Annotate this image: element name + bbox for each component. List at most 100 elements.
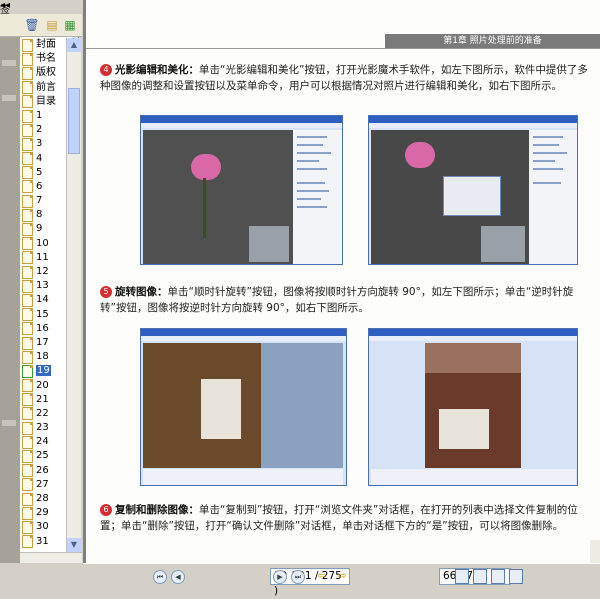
page-icon (22, 520, 33, 534)
page-icon (22, 308, 33, 322)
bookmark-label: 20 (36, 379, 49, 391)
bookmark-label: 11 (36, 251, 49, 263)
section-number-badge: 5 (100, 286, 112, 298)
bookmark-item[interactable]: 25 (22, 449, 66, 464)
continuous-page-icon[interactable] (473, 569, 487, 584)
bookmark-label: 13 (36, 280, 49, 292)
section-5-paragraph: 5 旋转图像：单击“顺时针旋转”按钮，图像将按顺时针方向旋转 90°，如左下图所示… (100, 284, 588, 316)
section-title: 复制和删除图像： (115, 504, 199, 516)
bookmark-item[interactable]: 版权 (22, 66, 66, 80)
page-icon (22, 123, 33, 137)
collapse-panel-icon[interactable]: ◂◂ (0, 0, 80, 11)
section-6-paragraph: 6 复制和删除图像：单击“复制到”按钮，打开“浏览文件夹”对话框，在打开的列表中选… (100, 502, 588, 534)
bookmark-properties-icon[interactable]: ▦ (62, 17, 78, 33)
single-page-icon[interactable] (455, 569, 469, 584)
bookmark-item[interactable]: 23 (22, 421, 66, 435)
screenshot-photo-editor-right (368, 115, 578, 265)
page-icon (22, 223, 33, 237)
bookmark-item[interactable]: 目录 (22, 95, 66, 109)
first-page-icon[interactable]: ⏮ (153, 570, 167, 584)
strip-decoration (2, 95, 16, 101)
bookmark-label: 8 (36, 209, 43, 221)
bookmark-item[interactable]: 封面 (22, 38, 66, 52)
navigation-toolbar: ⏮ ◀ 19 ( 31 / 275 ) ▶ ⏭ ⇦ ⇨ 66.67% ▼ (83, 563, 600, 597)
bookmark-item[interactable]: 15 (22, 308, 66, 322)
page-icon (22, 322, 33, 336)
page-icon (22, 279, 33, 293)
bookmark-item[interactable]: 1 (22, 109, 66, 123)
bookmark-item[interactable]: 22 (22, 407, 66, 421)
bookmark-item[interactable]: 20 (22, 379, 66, 393)
strip-decoration (2, 60, 16, 66)
bookmark-item[interactable]: 书名 (22, 52, 66, 66)
scroll-thumb[interactable] (68, 88, 80, 154)
bookmark-item[interactable]: 26 (22, 464, 66, 478)
bookmark-item[interactable]: 9 (22, 222, 66, 237)
scroll-up-icon[interactable]: ▲ (67, 38, 81, 52)
bookmark-label: 30 (36, 521, 49, 533)
bookmark-item[interactable]: 2 (22, 123, 66, 137)
bookmark-new-icon[interactable]: ▤ (44, 17, 60, 33)
bookmark-item[interactable]: 11 (22, 251, 66, 265)
section-4-paragraph: 4 光影编辑和美化：单击“光影编辑和美化”按钮，打开光影魔术手软件，如左下图所示，… (100, 62, 588, 94)
forward-arrow-icon[interactable]: ⇨ (335, 569, 349, 583)
page-icon (22, 180, 33, 194)
bookmark-item[interactable]: 10 (22, 237, 66, 251)
bookmark-item[interactable]: 16 (22, 322, 66, 336)
bookmark-item[interactable]: 7 (22, 194, 66, 208)
last-page-icon[interactable]: ⏭ (291, 570, 305, 584)
bookmark-item[interactable]: 24 (22, 435, 66, 449)
bookmark-item[interactable]: 30 (22, 520, 66, 534)
page-icon (22, 166, 33, 180)
facing-page-icon[interactable] (491, 569, 505, 584)
page-icon (22, 421, 33, 435)
bookmark-item[interactable]: 18 (22, 350, 66, 364)
page-icon (22, 293, 33, 307)
bookmark-item[interactable]: 17 (22, 336, 66, 350)
bookmark-item[interactable]: 14 (22, 293, 66, 307)
delete-icon[interactable]: 🗑 (24, 17, 40, 33)
bookmark-item[interactable]: 4 (22, 152, 66, 166)
bookmark-label: 16 (36, 322, 49, 334)
bookmark-item[interactable]: 8 (22, 208, 66, 222)
scroll-down-icon[interactable]: ▼ (67, 538, 81, 552)
bookmark-item[interactable]: 21 (22, 393, 66, 407)
section-number-badge: 4 (100, 64, 112, 76)
chapter-header: 第1章 照片处理前的准备 (385, 34, 600, 48)
page-icon (22, 492, 33, 506)
bookmark-label: 5 (36, 166, 43, 178)
bookmark-item[interactable]: 28 (22, 492, 66, 506)
status-left (0, 563, 82, 590)
bookmark-label: 10 (36, 237, 49, 249)
bookmark-item[interactable]: 13 (22, 279, 66, 293)
bookmark-label: 版权 (36, 67, 56, 79)
bookmark-label: 14 (36, 294, 49, 306)
bookmark-item[interactable]: 6 (22, 180, 66, 194)
bookmark-item[interactable]: 31 (22, 535, 66, 549)
page-icon (22, 464, 33, 478)
document-scrollbar[interactable] (590, 540, 600, 563)
page-icon (22, 38, 33, 52)
continuous-facing-icon[interactable] (509, 569, 523, 584)
bookmark-item[interactable]: 3 (22, 137, 66, 151)
previous-page-icon[interactable]: ◀ (171, 570, 185, 584)
bookmark-item[interactable]: 5 (22, 166, 66, 180)
bookmark-label: 18 (36, 351, 49, 363)
screenshot-rotate-counterclockwise (368, 328, 578, 486)
bookmark-label: 27 (36, 478, 49, 490)
bookmark-item[interactable]: 29 (22, 506, 66, 520)
page-icon (22, 81, 33, 95)
page-icon (22, 208, 33, 222)
page-icon (22, 95, 33, 109)
bookmark-scrollbar[interactable]: ▲ ▼ (66, 38, 81, 552)
page-icon (22, 435, 33, 449)
back-arrow-icon[interactable]: ⇦ (315, 569, 329, 583)
bookmark-item[interactable]: 前言 (22, 81, 66, 95)
bookmark-label: 7 (36, 195, 43, 207)
bookmark-item[interactable]: 27 (22, 478, 66, 492)
page-icon (22, 506, 33, 520)
next-page-icon[interactable]: ▶ (273, 570, 287, 584)
bookmark-item[interactable]: 19 (22, 364, 66, 378)
bookmark-item[interactable]: 12 (22, 265, 66, 279)
bookmark-label: 4 (36, 152, 43, 164)
